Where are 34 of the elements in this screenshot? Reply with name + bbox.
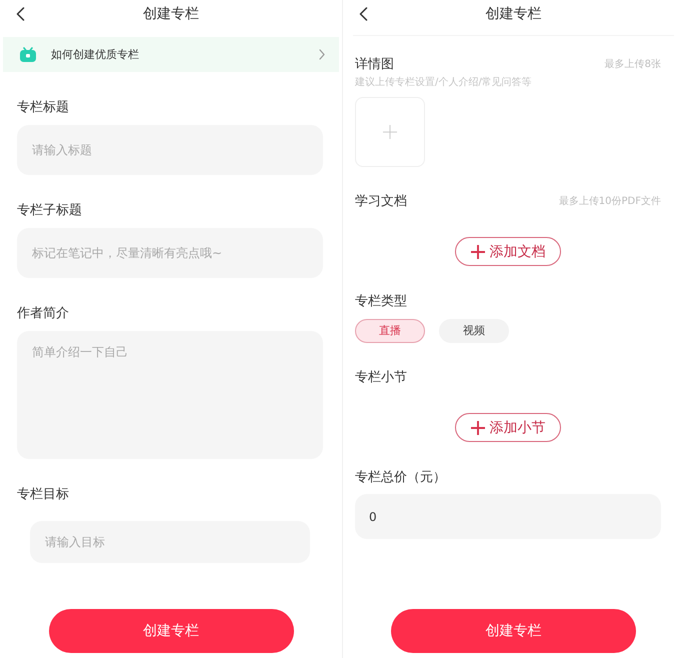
plus-icon — [383, 125, 397, 139]
intro-textarea[interactable]: 简单介绍一下自己 — [17, 331, 323, 459]
field-label: 专栏目标 — [17, 487, 69, 503]
text-input-field[interactable]: 标记在笔记中，尽量清晰有亮点哦~ — [17, 228, 323, 278]
add-button[interactable]: 添加小节 — [455, 413, 561, 442]
text-input-field[interactable]: 请输入目标 — [30, 521, 310, 563]
field-label: 专栏小节 — [355, 370, 407, 386]
field-label: 作者简介 — [17, 306, 69, 322]
field-label: 详情图 — [355, 57, 394, 73]
page-title: 创建专栏 — [486, 5, 542, 24]
back-icon[interactable] — [16, 7, 25, 21]
plus-icon — [470, 420, 484, 434]
upload-limit-hint: 最多上传10份PDF文件 — [558, 196, 661, 208]
upload-limit-hint: 最多上传8张 — [604, 59, 661, 71]
tv-icon — [20, 47, 36, 62]
field-label: 专栏类型 — [355, 294, 407, 310]
plus-icon — [470, 244, 484, 258]
upload-hint: 建议上传专栏设置/个人介绍/常见问答等 — [355, 77, 532, 89]
guide-banner[interactable]: 如何创建优质专栏 — [3, 37, 339, 72]
create-button[interactable]: 创建专栏 — [391, 609, 636, 653]
back-icon[interactable] — [359, 7, 368, 21]
price-input-field[interactable]: 0 — [355, 494, 661, 539]
add-button[interactable]: 添加文档 — [455, 237, 561, 266]
type-chip[interactable]: 视频 — [439, 319, 509, 343]
field-label: 专栏总价（元） — [355, 470, 446, 486]
text-input-field[interactable]: 请输入标题 — [17, 125, 323, 175]
type-chip[interactable]: 直播 — [355, 319, 425, 343]
field-label: 专栏子标题 — [17, 203, 82, 219]
page-title: 创建专栏 — [143, 5, 199, 24]
field-label: 专栏标题 — [17, 100, 69, 116]
chevron-right-icon — [319, 49, 325, 60]
field-label: 学习文档 — [355, 194, 407, 210]
create-button[interactable]: 创建专栏 — [48, 609, 294, 653]
image-upload-tile[interactable] — [355, 97, 425, 167]
